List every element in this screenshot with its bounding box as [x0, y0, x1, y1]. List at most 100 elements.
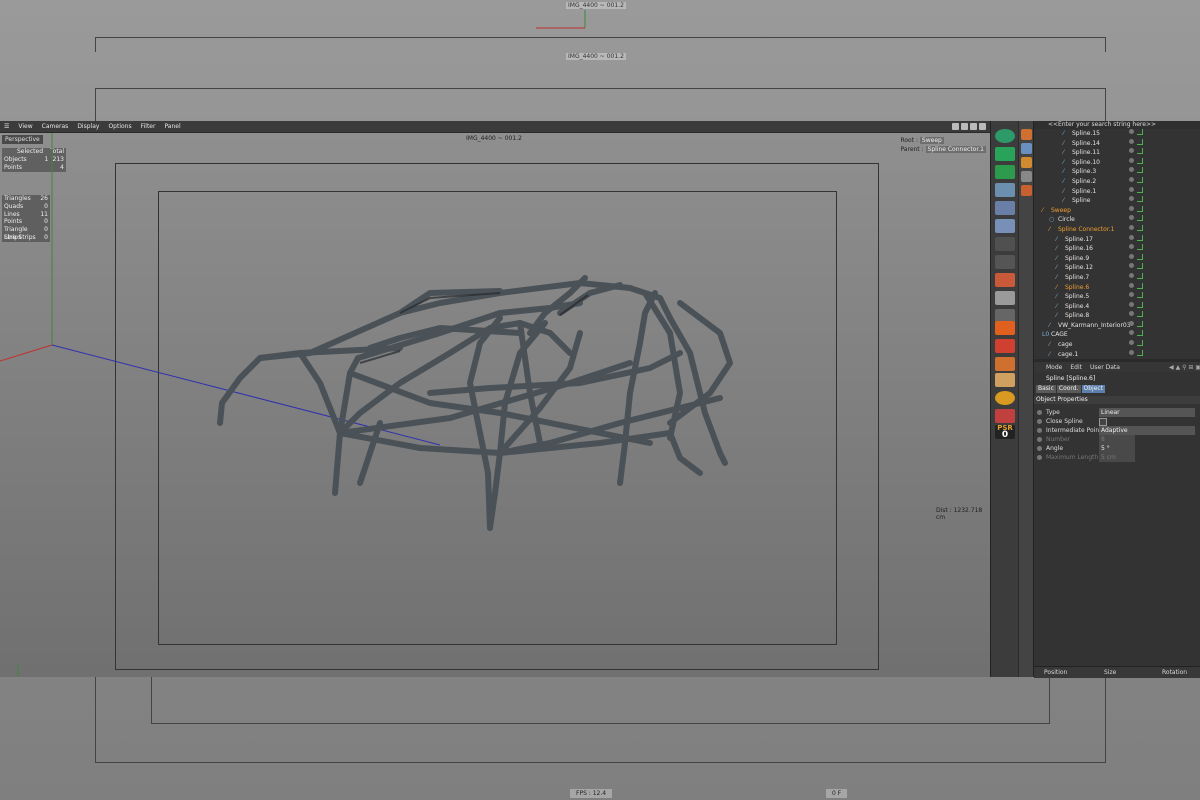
enabled-check-icon[interactable]: [1137, 272, 1143, 279]
attr-menu-edit[interactable]: Edit: [1070, 364, 1082, 371]
attr-property-value[interactable]: 5 °: [1099, 444, 1135, 453]
tree-row[interactable]: ⁄ Spline.4: [1034, 301, 1200, 312]
visibility-dot-icon[interactable]: [1129, 148, 1134, 154]
tree-row[interactable]: ⁄ Spline.7: [1034, 272, 1200, 283]
enabled-check-icon[interactable]: [1137, 176, 1143, 183]
enabled-check-icon[interactable]: [1137, 301, 1143, 308]
animate-dot-icon[interactable]: [1037, 428, 1042, 433]
menu-panel[interactable]: Panel: [164, 123, 180, 130]
enabled-check-icon[interactable]: [1137, 244, 1143, 251]
tree-row[interactable]: ⁄ Spline.14: [1034, 138, 1200, 149]
enabled-check-icon[interactable]: [1137, 320, 1143, 327]
visibility-dot-icon[interactable]: [1129, 176, 1134, 182]
tree-row[interactable]: ○ Circle: [1034, 215, 1200, 225]
enabled-check-icon[interactable]: [1137, 263, 1143, 270]
enabled-check-icon[interactable]: [1137, 292, 1143, 299]
enabled-check-icon[interactable]: [1137, 138, 1143, 145]
enabled-check-icon[interactable]: [1137, 253, 1143, 260]
menu-display[interactable]: Display: [77, 123, 99, 130]
enabled-check-icon[interactable]: [1137, 282, 1143, 289]
visibility-dot-icon[interactable]: [1129, 272, 1134, 278]
grid-snap-icon[interactable]: [995, 273, 1015, 287]
render-settings-icon[interactable]: [995, 357, 1015, 371]
menu-view[interactable]: View: [18, 123, 32, 130]
enabled-check-icon[interactable]: [1137, 311, 1143, 318]
menu-cameras[interactable]: Cameras: [42, 123, 69, 130]
visibility-dot-icon[interactable]: [1129, 196, 1134, 202]
enabled-check-icon[interactable]: [1137, 349, 1143, 356]
tree-row[interactable]: ⁄ Spline.15: [1034, 129, 1200, 139]
menu-filter[interactable]: Filter: [141, 123, 156, 130]
attr-property-value[interactable]: 5 cm: [1099, 453, 1135, 462]
visibility-dot-icon[interactable]: [1129, 292, 1134, 298]
enabled-check-icon[interactable]: [1137, 330, 1143, 337]
rotate-tool-icon[interactable]: [995, 183, 1015, 197]
visibility-dot-icon[interactable]: [1129, 167, 1134, 173]
scale-tool-icon[interactable]: [995, 165, 1015, 179]
render-view-icon[interactable]: [995, 339, 1015, 353]
enabled-check-icon[interactable]: [1137, 148, 1143, 155]
point-grid-icon[interactable]: [995, 291, 1015, 305]
enabled-check-icon[interactable]: [1137, 340, 1143, 347]
attr-property-value[interactable]: Adaptive: [1099, 426, 1195, 435]
character-icon[interactable]: [995, 321, 1015, 335]
visibility-dot-icon[interactable]: [1129, 186, 1134, 192]
enabled-check-icon[interactable]: [1137, 167, 1143, 174]
enabled-check-icon[interactable]: [1137, 129, 1143, 135]
roll-cage-model[interactable]: [200, 273, 740, 533]
enabled-check-icon[interactable]: [1137, 205, 1143, 212]
psr-icon[interactable]: PSR 0: [995, 425, 1015, 440]
visibility-dot-icon[interactable]: [1129, 234, 1134, 240]
rotate-view-icon[interactable]: [970, 123, 977, 130]
picture-viewer-icon[interactable]: [995, 409, 1015, 423]
animate-dot-icon[interactable]: [1037, 455, 1042, 460]
tree-row[interactable]: ⁄ Spline.5: [1034, 292, 1200, 302]
visibility-dot-icon[interactable]: [1129, 205, 1134, 211]
animate-dot-icon[interactable]: [1037, 437, 1042, 442]
tree-row[interactable]: ⁄ Spline.8: [1034, 311, 1200, 321]
recycle-icon[interactable]: [995, 391, 1015, 405]
maximize-view-icon[interactable]: [979, 123, 986, 130]
edges-mode-icon[interactable]: [995, 219, 1015, 233]
attr-tab-object[interactable]: Object: [1081, 385, 1106, 393]
tree-row[interactable]: ⁄ Sweep: [1034, 205, 1200, 216]
snap-icon[interactable]: [1021, 171, 1032, 182]
zoom-view-icon[interactable]: [961, 123, 968, 130]
visibility-dot-icon[interactable]: [1129, 215, 1134, 221]
enabled-check-icon[interactable]: [1137, 224, 1143, 231]
attr-tab-coord[interactable]: Coord.: [1056, 385, 1081, 393]
workplane-icon[interactable]: [1021, 185, 1032, 196]
enabled-check-icon[interactable]: [1137, 186, 1143, 193]
visibility-dot-icon[interactable]: [1129, 320, 1134, 326]
panel-menu-icon[interactable]: ☰: [4, 123, 9, 130]
tree-row[interactable]: ⁄ Spline.2: [1034, 176, 1200, 187]
checker-icon[interactable]: [995, 373, 1015, 387]
tree-row[interactable]: L0 CAGE: [1034, 330, 1200, 340]
polygons-mode-icon[interactable]: [995, 237, 1015, 251]
move-view-icon[interactable]: [952, 123, 959, 130]
visibility-dot-icon[interactable]: [1129, 311, 1134, 317]
paint-icon[interactable]: [1021, 157, 1032, 168]
attr-property-value[interactable]: 8: [1099, 435, 1135, 444]
animate-dot-icon[interactable]: [1037, 410, 1042, 415]
visibility-dot-icon[interactable]: [1129, 224, 1134, 230]
enabled-check-icon[interactable]: [1137, 234, 1143, 241]
move-tool-icon[interactable]: [995, 147, 1015, 161]
visibility-dot-icon[interactable]: [1129, 157, 1134, 163]
tree-row[interactable]: ⁄ Spline.12: [1034, 263, 1200, 273]
attr-menu-userdata[interactable]: User Data: [1090, 364, 1120, 371]
tree-row[interactable]: ⁄ VW_Karmann_Interior03: [1034, 320, 1200, 331]
layer-icon[interactable]: [1021, 129, 1032, 140]
live-selection-icon[interactable]: [995, 129, 1015, 143]
visibility-dot-icon[interactable]: [1129, 301, 1134, 307]
enabled-check-icon[interactable]: [1137, 157, 1143, 164]
tree-row[interactable]: ⁄ Spline.17: [1034, 234, 1200, 245]
selection-icon[interactable]: [1021, 143, 1032, 154]
attr-property-value[interactable]: Linear: [1099, 408, 1195, 417]
visibility-dot-icon[interactable]: [1129, 253, 1134, 259]
tree-row[interactable]: ⁄ cage: [1034, 340, 1200, 350]
tree-row[interactable]: ⁄ cage.1: [1034, 349, 1200, 360]
tree-row[interactable]: ⁄ Spline.10: [1034, 157, 1200, 168]
attr-menu-mode[interactable]: Mode: [1046, 364, 1062, 371]
object-search-field[interactable]: <<Enter your search string here>>: [1034, 121, 1200, 129]
